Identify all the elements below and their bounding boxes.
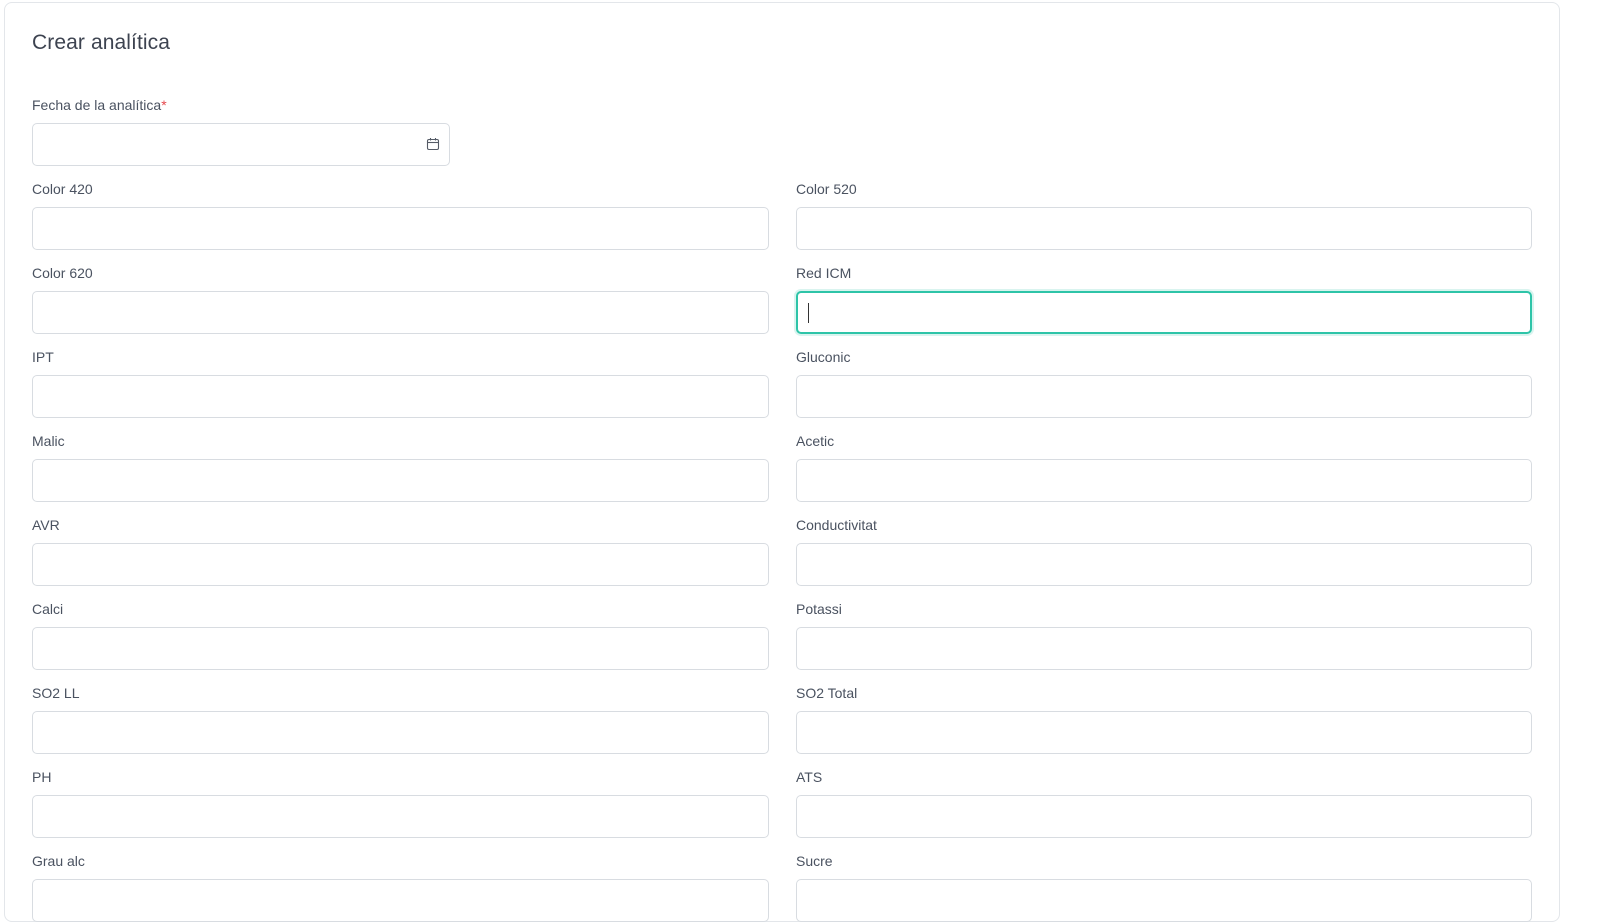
acetic-input[interactable] bbox=[796, 459, 1532, 502]
sucre-input[interactable] bbox=[796, 879, 1532, 922]
so2-ll-input[interactable] bbox=[32, 711, 769, 754]
text-caret bbox=[808, 303, 809, 323]
date-picker-input[interactable] bbox=[32, 123, 450, 166]
date-field-label-text: Fecha de la analítica bbox=[32, 97, 162, 113]
gluconic-input[interactable] bbox=[796, 375, 1532, 418]
date-field-label: Fecha de la analítica* bbox=[32, 97, 167, 113]
field-label-color-520: Color 520 bbox=[796, 181, 857, 197]
field-label-gluconic: Gluconic bbox=[796, 349, 851, 365]
field-label-ph: PH bbox=[32, 769, 52, 785]
field-label-so2-total: SO2 Total bbox=[796, 685, 858, 701]
page-title: Crear analítica bbox=[32, 31, 171, 54]
so2-total-input[interactable] bbox=[796, 711, 1532, 754]
field-label-calci: Calci bbox=[32, 601, 64, 617]
field-label-so2-ll: SO2 LL bbox=[32, 685, 80, 701]
grau-alc-input[interactable] bbox=[32, 879, 769, 922]
field-label-color-420: Color 420 bbox=[32, 181, 93, 197]
ipt-input[interactable] bbox=[32, 375, 769, 418]
field-label-sucre: Sucre bbox=[796, 853, 833, 869]
ph-input[interactable] bbox=[32, 795, 769, 838]
color-520-input[interactable] bbox=[796, 207, 1532, 250]
color-420-input[interactable] bbox=[32, 207, 769, 250]
required-mark: * bbox=[161, 97, 167, 113]
avr-input[interactable] bbox=[32, 543, 769, 586]
field-label-ipt: IPT bbox=[32, 349, 54, 365]
color-620-input[interactable] bbox=[32, 291, 769, 334]
ats-input[interactable] bbox=[796, 795, 1532, 838]
field-label-avr: AVR bbox=[32, 517, 60, 533]
field-label-red-icm: Red ICM bbox=[796, 265, 852, 281]
red-icm-input[interactable] bbox=[796, 291, 1532, 334]
field-label-grau-alc: Grau alc bbox=[32, 853, 85, 869]
conductivitat-input[interactable] bbox=[796, 543, 1532, 586]
field-label-malic: Malic bbox=[32, 433, 65, 449]
field-label-potassi: Potassi bbox=[796, 601, 842, 617]
calendar-icon[interactable] bbox=[426, 137, 440, 151]
field-label-ats: ATS bbox=[796, 769, 823, 785]
field-label-color-620: Color 620 bbox=[32, 265, 93, 281]
malic-input[interactable] bbox=[32, 459, 769, 502]
potassi-input[interactable] bbox=[796, 627, 1532, 670]
field-label-acetic: Acetic bbox=[796, 433, 835, 449]
field-label-conductivitat: Conductivitat bbox=[796, 517, 877, 533]
calci-input[interactable] bbox=[32, 627, 769, 670]
